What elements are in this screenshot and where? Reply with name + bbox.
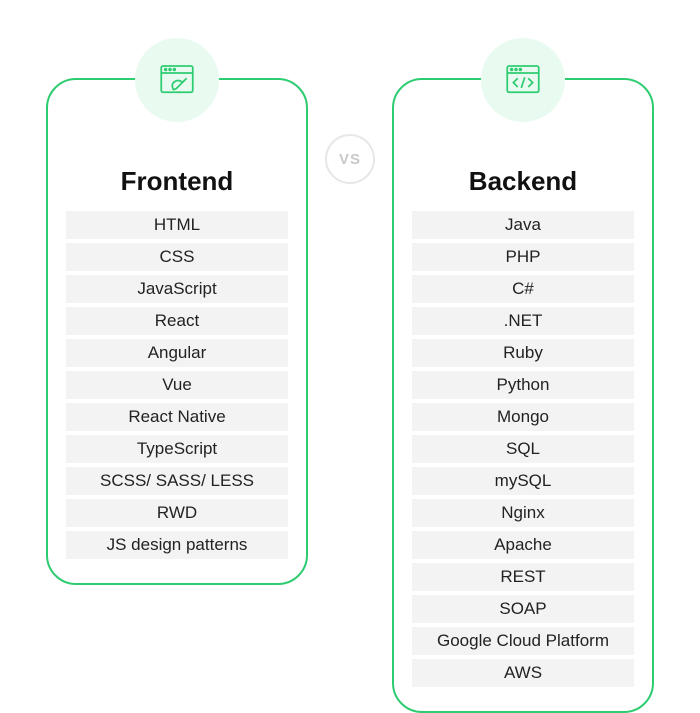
list-item: PHP bbox=[412, 243, 634, 271]
backend-list: Java PHP C# .NET Ruby Python Mongo SQL mySQL Ngin… bbox=[412, 211, 634, 687]
list-item: mySQL bbox=[412, 467, 634, 495]
list-item: HTML bbox=[66, 211, 288, 239]
list-item: CSS bbox=[66, 243, 288, 271]
frontend-card: Frontend HTML CSS JavaScript React Angular Vu… bbox=[46, 78, 308, 585]
frontend-list: HTML CSS JavaScript React Angular Vue React Na… bbox=[66, 211, 288, 559]
frontend-title: Frontend bbox=[66, 166, 288, 197]
backend-icon-circle bbox=[481, 38, 565, 122]
code-icon bbox=[502, 59, 544, 101]
vs-badge: vs bbox=[325, 134, 375, 184]
list-item: React Native bbox=[66, 403, 288, 431]
list-item: REST bbox=[412, 563, 634, 591]
list-item: SOAP bbox=[412, 595, 634, 623]
list-item: .NET bbox=[412, 307, 634, 335]
list-item: JS design patterns bbox=[66, 531, 288, 559]
list-item: JavaScript bbox=[66, 275, 288, 303]
list-item: Angular bbox=[66, 339, 288, 367]
list-item: React bbox=[66, 307, 288, 335]
list-item: Nginx bbox=[412, 499, 634, 527]
backend-card: Backend Java PHP C# .NET Ruby Python Mongo SQL m… bbox=[392, 78, 654, 713]
list-item: Google Cloud Platform bbox=[412, 627, 634, 655]
list-item: RWD bbox=[66, 499, 288, 527]
list-item: TypeScript bbox=[66, 435, 288, 463]
list-item: Mongo bbox=[412, 403, 634, 431]
frontend-icon-circle bbox=[135, 38, 219, 122]
list-item: SQL bbox=[412, 435, 634, 463]
list-item: Ruby bbox=[412, 339, 634, 367]
design-icon bbox=[156, 59, 198, 101]
list-item: Vue bbox=[66, 371, 288, 399]
list-item: SCSS/ SASS/ LESS bbox=[66, 467, 288, 495]
list-item: AWS bbox=[412, 659, 634, 687]
backend-title: Backend bbox=[412, 166, 634, 197]
list-item: C# bbox=[412, 275, 634, 303]
list-item: Python bbox=[412, 371, 634, 399]
list-item: Apache bbox=[412, 531, 634, 559]
list-item: Java bbox=[412, 211, 634, 239]
